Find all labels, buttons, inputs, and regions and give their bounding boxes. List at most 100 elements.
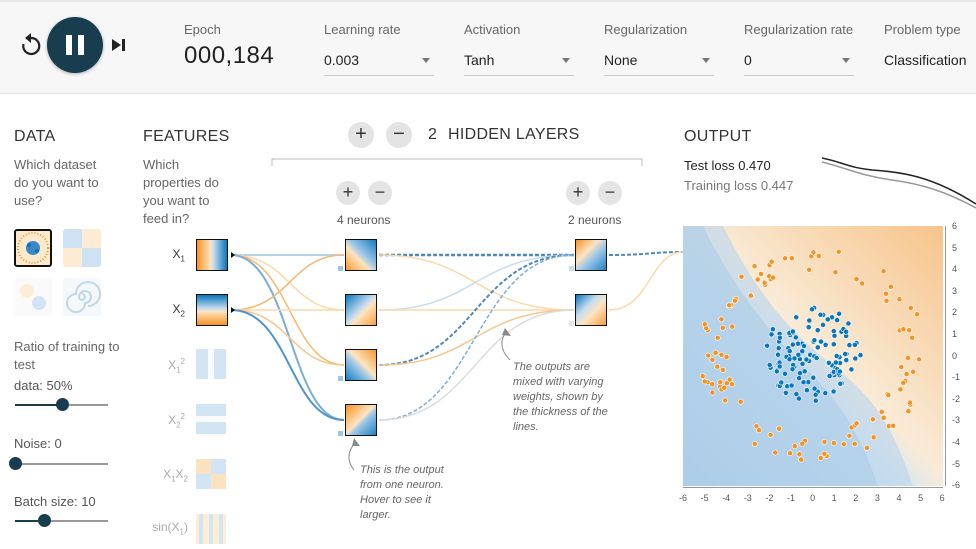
blue-point <box>788 382 795 389</box>
neuron-hint: This is the output from one neuron. Hove… <box>360 464 444 521</box>
orange-point <box>754 276 761 283</box>
blue-point <box>843 328 849 335</box>
blue-point <box>805 324 812 331</box>
blue-point <box>793 391 800 397</box>
blue-point <box>789 328 796 335</box>
orange-point <box>721 384 728 391</box>
orange-point <box>756 427 762 434</box>
orange-point <box>835 248 842 255</box>
add-layer-button[interactable]: + <box>348 122 374 148</box>
blue-point <box>777 334 783 341</box>
layer2-neuron-count: 2 neurons <box>568 213 622 227</box>
orange-point <box>701 321 708 327</box>
remove-neuron-layer1-button[interactable]: − <box>368 181 392 205</box>
blue-point <box>834 317 840 323</box>
orange-point <box>699 373 706 379</box>
neuron-2-1[interactable] <box>575 239 607 271</box>
blue-point <box>846 342 853 348</box>
neuron-1-1[interactable] <box>345 239 377 271</box>
blue-point <box>806 317 813 324</box>
x-tick-label: -5 <box>700 493 709 503</box>
orange-point <box>907 399 913 406</box>
blue-point <box>843 357 850 363</box>
blue-point <box>814 327 821 334</box>
orange-point <box>878 408 885 415</box>
x-tick-label: 4 <box>896 493 902 503</box>
orange-point <box>709 389 716 396</box>
add-neuron-layer1-button[interactable]: + <box>336 181 360 205</box>
add-neuron-layer2-button[interactable]: + <box>566 181 590 205</box>
remove-layer-button[interactable]: − <box>386 122 412 148</box>
y-axis-line <box>945 226 946 486</box>
orange-point <box>905 355 911 361</box>
blue-point <box>795 351 802 358</box>
orange-point <box>709 381 716 388</box>
blue-point <box>801 368 808 375</box>
output-heatmap <box>683 226 943 486</box>
orange-point <box>767 431 774 438</box>
blue-point <box>789 366 796 373</box>
orange-point <box>883 297 890 304</box>
blue-point <box>766 362 773 368</box>
orange-point <box>832 269 839 276</box>
blue-point <box>831 332 838 339</box>
training-loss: Training loss 0.447 <box>684 178 793 193</box>
y-tick-label: -3 <box>952 415 961 426</box>
remove-neuron-layer2-button[interactable]: − <box>598 181 622 205</box>
orange-point <box>869 416 876 423</box>
bias-indicator <box>338 376 343 381</box>
blue-point <box>813 355 820 361</box>
x-tick-label: -6 <box>678 493 687 503</box>
neuron-1-3[interactable] <box>345 349 377 381</box>
orange-point <box>880 414 887 421</box>
training-loss-value: 0.447 <box>760 178 794 193</box>
orange-point <box>907 305 914 311</box>
blue-point <box>799 360 806 367</box>
blue-point <box>800 379 807 386</box>
neuron-1-2[interactable] <box>345 294 377 326</box>
orange-point <box>722 397 729 404</box>
orange-point <box>840 441 847 448</box>
orange-point <box>851 440 858 447</box>
y-tick-label: 6 <box>952 221 958 231</box>
y-tick-label: -5 <box>952 458 961 469</box>
orange-point <box>817 455 824 461</box>
blue-point <box>770 326 776 333</box>
orange-point <box>701 378 708 385</box>
orange-point <box>717 379 724 386</box>
orange-point <box>903 371 910 377</box>
orange-point <box>853 276 860 282</box>
bias-indicator <box>569 266 574 271</box>
y-tick-label: -4 <box>952 437 961 447</box>
x-tick-label: 3 <box>874 493 880 503</box>
blue-point <box>830 388 837 395</box>
blue-point <box>811 385 818 392</box>
x-tick-label: -4 <box>722 493 731 503</box>
orange-point <box>859 280 866 287</box>
orange-point <box>821 450 828 457</box>
orange-point <box>830 440 837 446</box>
blue-point <box>826 373 833 379</box>
blue-point <box>776 363 783 370</box>
orange-point <box>709 356 716 363</box>
blue-point <box>818 338 824 345</box>
blue-point <box>792 334 799 341</box>
orange-point <box>846 432 853 439</box>
orange-point <box>772 449 779 456</box>
neuron-2-2[interactable] <box>575 294 607 326</box>
blue-point <box>796 375 802 381</box>
y-tick-label: 2 <box>952 307 958 318</box>
blue-point <box>778 379 785 386</box>
blue-point <box>782 370 788 377</box>
blue-point <box>775 351 781 358</box>
x-tick-label: 2 <box>853 493 859 503</box>
x-tick-label: -3 <box>743 493 752 503</box>
blue-point <box>836 310 842 317</box>
orange-point <box>853 420 860 427</box>
orange-point <box>890 422 897 429</box>
orange-point <box>729 381 735 388</box>
neuron-1-4[interactable] <box>345 404 377 436</box>
orange-point <box>870 434 877 441</box>
blue-point <box>804 387 810 394</box>
orange-point <box>799 440 806 447</box>
